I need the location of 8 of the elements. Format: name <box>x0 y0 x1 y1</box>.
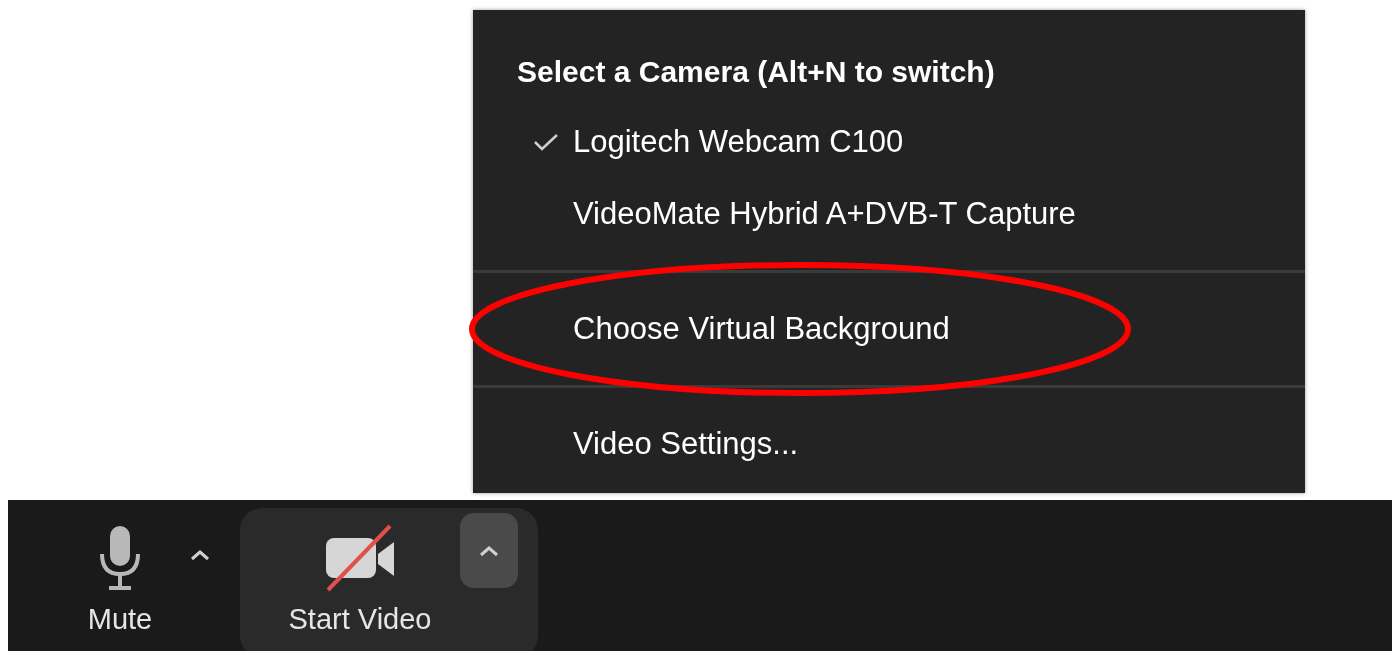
caret-icon <box>190 549 210 561</box>
menu-item[interactable]: Logitech Webcam C100 <box>573 122 904 162</box>
menu-item[interactable]: Choose Virtual Background <box>573 309 950 349</box>
mute-button[interactable]: Mute <box>60 508 180 636</box>
caret-icon <box>479 544 499 557</box>
menu-title: Select a Camera (Alt+N to switch) <box>517 54 995 90</box>
menu-item[interactable]: Video Settings... <box>573 424 799 464</box>
menu-item[interactable]: VideoMate Hybrid A+DVB-T Capture <box>573 194 1076 234</box>
